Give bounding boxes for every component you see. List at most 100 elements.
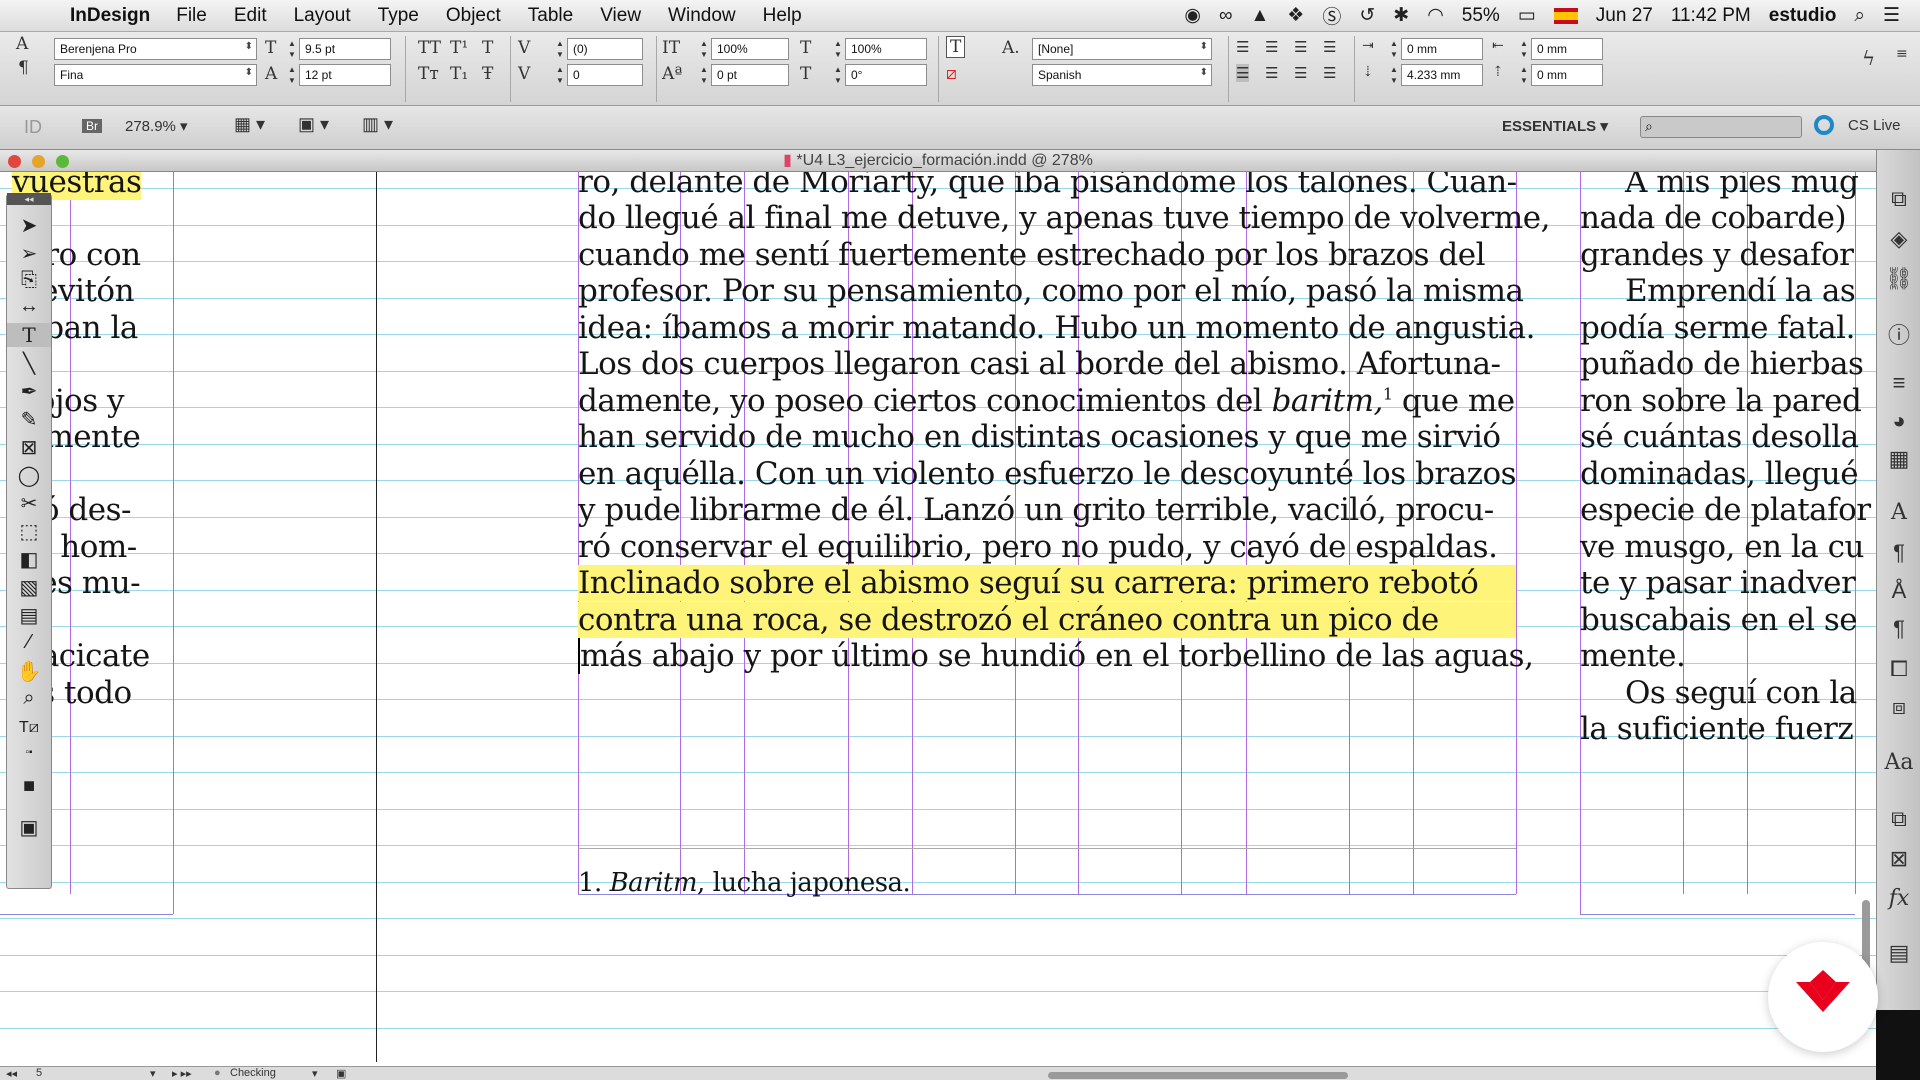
dropbox-icon[interactable]: ❖ [1287,4,1304,27]
kerning-field[interactable]: (0) [567,38,643,60]
superscript-icon[interactable]: T¹ [450,38,468,58]
main-text-line[interactable]: profesor. Por su pensamiento, como por e… [578,273,1524,309]
left-indent-stepper[interactable]: ▲ ▼ [1388,38,1400,60]
eyedropper-tool-icon[interactable]: ⁄ [7,631,51,654]
character-style-dropdown[interactable]: [None] ⬍ [1032,38,1212,60]
clock-time[interactable]: 11:42 PM [1671,5,1751,27]
align-center-icon[interactable]: ☰ [1265,38,1278,56]
arrange-documents-icon[interactable]: ▥ ▾ [362,114,393,135]
footnote-reference[interactable]: 1 [1383,385,1393,404]
gradient-tool-icon[interactable]: ◧ [7,547,51,572]
screen-mode-icon[interactable]: ▣ ▾ [298,114,329,135]
main-text-line[interactable]: más abajo y por último se hundió en el t… [578,638,1534,674]
right-column-line[interactable]: podía serme fatal. [1580,310,1855,346]
pencil-tool-icon[interactable]: ✎ [7,407,51,432]
skew-stepper[interactable]: ▲ ▼ [832,64,844,86]
menu-view[interactable]: View [600,5,641,27]
time-machine-icon[interactable]: ↺ [1359,4,1375,27]
justify-all-icon[interactable]: ☰ [1323,64,1336,82]
right-indent-stepper[interactable]: ▲ ▼ [1518,38,1530,60]
effects-panel-icon[interactable]: fx [1877,886,1920,911]
horizontal-scale-field[interactable]: 100% [845,38,927,60]
leading-stepper[interactable]: ▲ ▼ [286,64,298,86]
first-page-icon[interactable]: ◂◂ [6,1067,17,1080]
right-column-line[interactable]: Os seguí con la [1625,675,1857,711]
next-page-icon[interactable]: ▸ ▸▸ [172,1067,192,1080]
right-column-line[interactable]: ve musgo, en la cu [1580,529,1864,565]
glyphs-panel-icon[interactable]: Aa [1877,750,1920,775]
quick-apply-icon[interactable]: ϟ [1862,46,1875,70]
ellipse-tool-icon[interactable]: ◯ [7,463,51,488]
right-column-line[interactable]: A mis pies mug [1625,172,1859,200]
align-left-icon[interactable]: ☰ [1236,38,1249,56]
baseline-shift-field[interactable]: 0 pt [711,64,789,86]
spanish-flag-icon[interactable] [1553,7,1578,24]
stroke-panel-icon[interactable]: ≡ [1877,370,1920,396]
wifi-icon[interactable]: ◠ [1427,4,1444,27]
justify-center-icon[interactable]: ☰ [1265,64,1278,82]
menu-window[interactable]: Window [668,5,736,27]
font-size-field[interactable]: 9.5 pt [299,38,391,60]
preflight-chevron-down-icon[interactable]: ▾ [312,1067,318,1080]
line-tool-icon[interactable]: ╲ [7,351,51,376]
cs-live-label[interactable]: CS Live [1848,117,1901,134]
zoom-window-button[interactable] [56,155,69,168]
notification-list-icon[interactable]: ☰ [1883,4,1900,27]
justify-left-icon[interactable]: ☰ [1323,38,1336,56]
right-column-line[interactable]: te y pasar inadver [1580,565,1856,601]
space-after-stepper[interactable]: ▲ ▼ [1518,64,1530,86]
right-column-line[interactable]: grandes y desafor [1580,237,1854,273]
links-panel-icon[interactable]: ⛓ [1877,266,1920,292]
font-family-field[interactable]: Berenjena Pro ⬍ [54,38,257,60]
vertical-scale-stepper[interactable]: ▲ ▼ [698,38,710,60]
main-text-line[interactable]: idea: íbamos a morir matando. Hubo un mo… [578,310,1536,346]
table-panel-icon[interactable]: ▦ [1877,446,1920,472]
note-tool-icon[interactable]: ▤ [7,603,51,628]
cs-live-icon[interactable] [1814,115,1834,135]
right-column-line[interactable]: buscabais en el se [1580,602,1858,638]
character-mode-icon[interactable]: A [16,34,28,54]
selection-tool-icon[interactable]: ➤ [7,213,51,238]
skype-icon[interactable]: Ⓢ [1322,2,1341,29]
right-column-line[interactable]: nada de cobarde) [1580,200,1847,236]
bluetooth-icon[interactable]: ✱ [1393,4,1409,27]
space-before-stepper[interactable]: ▲ ▼ [1388,64,1400,86]
vertical-scale-field[interactable]: 100% [711,38,789,60]
menu-layout[interactable]: Layout [294,5,351,27]
zoom-tool-icon[interactable]: ⌕ [7,687,51,710]
menu-type[interactable]: Type [378,5,419,27]
right-column-line[interactable]: especie de platafor [1580,492,1871,528]
all-caps-icon[interactable]: TT [418,38,441,58]
align-panel-icon[interactable]: ⧉ [1877,806,1920,832]
rectangle-frame-tool-icon[interactable]: ⊠ [7,435,51,460]
horizontal-scrollbar[interactable] [1048,1072,1348,1079]
paragraph-panel-icon[interactable]: ¶ [1877,540,1920,566]
fill-stroke-swap-icon[interactable]: T⧄ [7,719,51,737]
paragraph-mode-icon[interactable]: ¶ [18,58,29,78]
text-wrap-panel-icon[interactable]: ⧈ [1877,694,1920,720]
direct-selection-tool-icon[interactable]: ➢ [7,241,51,266]
pages-panel-icon[interactable]: ⧉ [1877,186,1920,212]
workspace-switcher[interactable]: ESSENTIALS ▾ [1502,117,1608,135]
gradient-feather-tool-icon[interactable]: ▧ [7,575,51,600]
layers-panel-icon[interactable]: ◈ [1877,226,1920,252]
left-indent-field[interactable]: 0 mm [1401,38,1483,60]
main-text-line[interactable]: ró conservar el equilibrio, pero no pudo… [578,529,1498,565]
main-text-line[interactable]: ro, delante de Moriarty, que iba pisándo… [578,172,1517,200]
selected-text-line[interactable]: contra una roca, se destrozó el cráneo c… [578,602,1516,638]
document-canvas[interactable]: vuestras arro con l levitón raban la s o… [0,172,1876,1070]
drive-icon[interactable]: ▲ [1250,5,1269,27]
user-name[interactable]: estudio [1769,5,1837,27]
fill-swatch-icon[interactable]: ■ [7,775,51,798]
main-text-line[interactable]: do llegué al final me detuve, y apenas t… [578,200,1550,236]
pathfinder-panel-icon[interactable]: ⊠ [1877,846,1920,872]
main-text-line[interactable]: han servido de mucho en distintas ocasio… [578,419,1501,455]
right-indent-field[interactable]: 0 mm [1531,38,1603,60]
right-column-line[interactable]: puñado de hierbas [1580,346,1864,382]
subscript-icon[interactable]: T₁ [450,64,468,84]
selected-text-line[interactable]: Inclinado sobre el abismo seguí su carre… [578,565,1516,601]
main-text-line[interactable]: en aquélla. Con un violento esfuerzo le … [578,456,1517,492]
main-text-line[interactable]: Los dos cuerpos llegaron casi al borde d… [578,346,1501,382]
leading-field[interactable]: 12 pt [299,64,391,86]
justify-right-icon[interactable]: ☰ [1294,64,1307,82]
